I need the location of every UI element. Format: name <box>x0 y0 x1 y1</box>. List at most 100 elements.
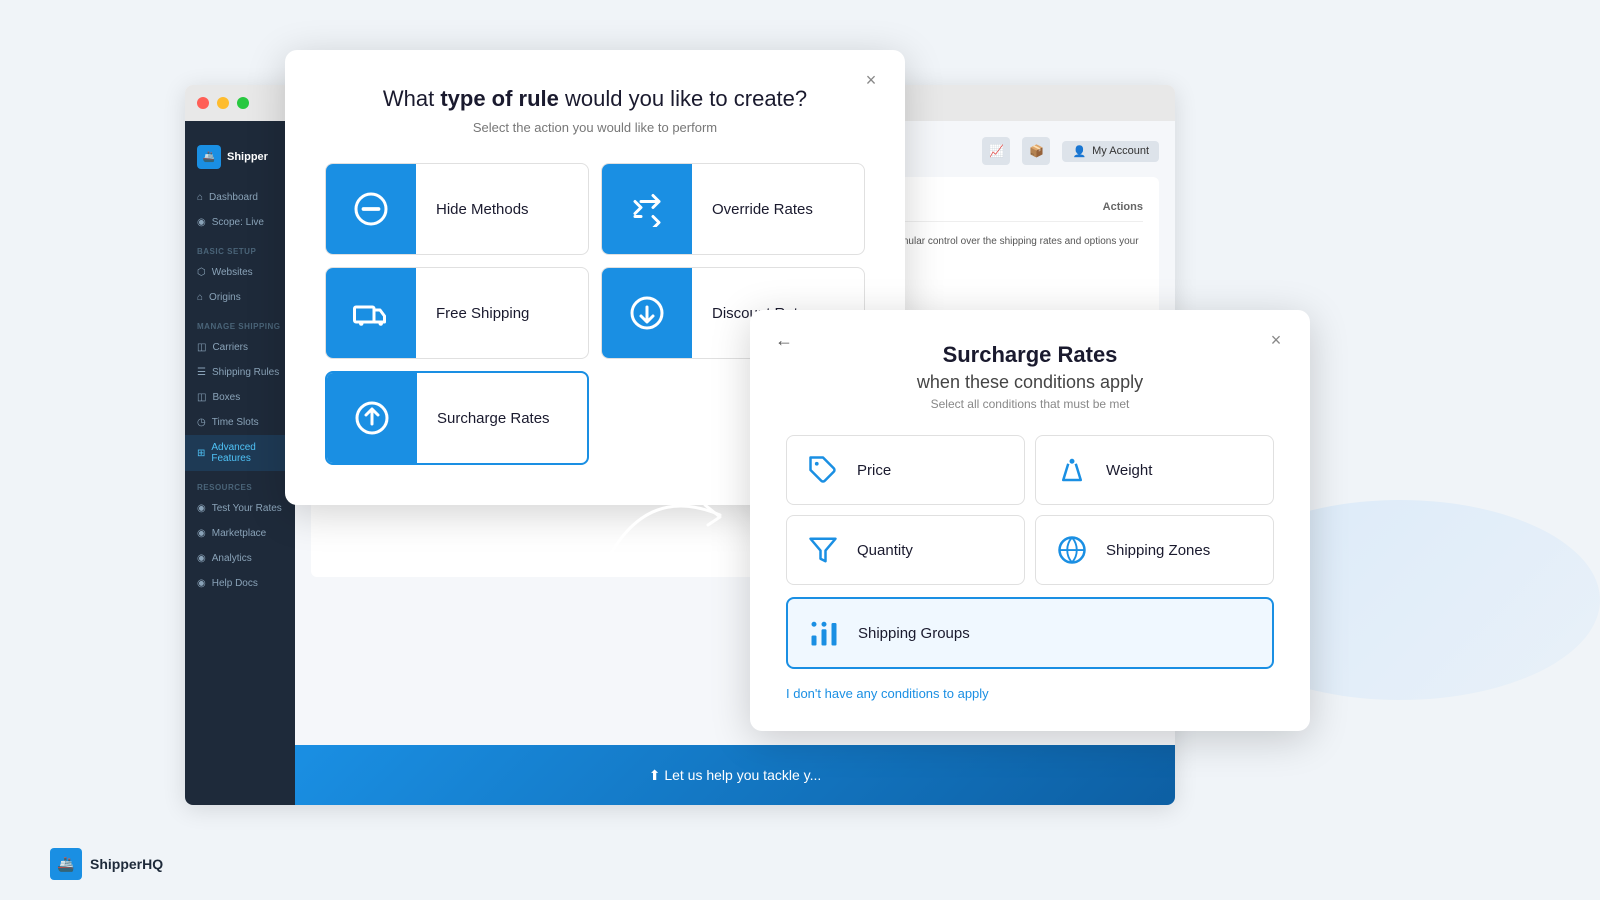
boxes-icon: ◫ <box>197 392 206 403</box>
sidebar-item-label: Help Docs <box>212 578 258 589</box>
condition-price[interactable]: Price <box>786 435 1025 505</box>
condition-shipping-zones[interactable]: Shipping Zones <box>1035 515 1274 585</box>
sidebar-item-time-slots[interactable]: ◷ Time Slots <box>185 410 295 435</box>
logo-icon: 🚢 <box>197 145 221 169</box>
sidebar-item-marketplace[interactable]: ◉ Marketplace <box>185 521 295 546</box>
sidebar: 🚢 Shipper ⌂ Dashboard ◉ Scope: Live BASI… <box>185 121 295 805</box>
sidebar-item-label: Websites <box>212 267 253 278</box>
advanced-icon: ⊞ <box>197 448 205 459</box>
bottom-logo: 🚢 ShipperHQ <box>50 848 163 880</box>
sidebar-item-scope[interactable]: ◉ Scope: Live <box>185 210 295 235</box>
sidebar-item-label: Boxes <box>212 392 240 403</box>
tag-icon <box>808 455 838 485</box>
surcharge-rates-label: Surcharge Rates <box>417 410 570 427</box>
sidebar-item-advanced-features[interactable]: ⊞ Advanced Features <box>185 435 295 471</box>
hide-methods-icon-bg <box>326 164 416 254</box>
scope-icon: ◉ <box>197 217 206 228</box>
shipping-rules-icon: ☰ <box>197 367 206 378</box>
rule-option-hide-methods[interactable]: Hide Methods <box>325 163 589 255</box>
sidebar-item-label: Carriers <box>212 342 248 353</box>
sidebar-logo-text: Shipper <box>227 151 268 163</box>
condition-grid: Price Weight Quantity <box>786 435 1274 585</box>
arrow-up-circle-icon <box>354 400 390 436</box>
sidebar-item-label: Test Your Rates <box>212 503 282 514</box>
sidebar-item-carriers[interactable]: ◫ Carriers <box>185 335 295 360</box>
sidebar-item-label: Dashboard <box>209 192 258 203</box>
modal-rule-type-title: What type of rule would you like to crea… <box>325 86 865 112</box>
sidebar-item-boxes[interactable]: ◫ Boxes <box>185 385 295 410</box>
shipping-zones-icon <box>1052 530 1092 570</box>
websites-icon: ⬡ <box>197 267 206 278</box>
weight-scale-icon <box>1057 455 1087 485</box>
browser-dot-green[interactable] <box>237 97 249 109</box>
analytics-icon: ◉ <box>197 553 206 564</box>
resources-label: RESOURCES <box>185 471 295 496</box>
account-label: My Account <box>1092 145 1149 157</box>
modal-surcharge-back-button[interactable]: ← <box>770 326 798 354</box>
basic-setup-label: BASIC SETUP <box>185 235 295 260</box>
modal-surcharge-close-button[interactable]: × <box>1262 326 1290 354</box>
modal-surcharge: ← × Surcharge Rates when these condition… <box>750 310 1310 731</box>
sidebar-item-dashboard[interactable]: ⌂ Dashboard <box>185 185 295 210</box>
arrow-down-circle-icon <box>629 295 665 331</box>
bottom-banner: ⬆ Let us help you tackle y... <box>295 745 1175 805</box>
no-conditions-link[interactable]: I don't have any conditions to apply <box>786 686 989 701</box>
free-shipping-icon-bg <box>326 268 416 358</box>
sidebar-item-help-docs[interactable]: ◉ Help Docs <box>185 571 295 596</box>
box-icon[interactable]: 📦 <box>1022 137 1050 165</box>
discount-rates-icon-bg <box>602 268 692 358</box>
sidebar-item-origins[interactable]: ⌂ Origins <box>185 285 295 310</box>
sidebar-item-label: Marketplace <box>212 528 266 539</box>
user-icon: 👤 <box>1072 145 1086 158</box>
sidebar-item-label: Advanced Features <box>211 442 283 464</box>
sidebar-item-analytics[interactable]: ◉ Analytics <box>185 546 295 571</box>
sidebar-item-shipping-rules[interactable]: ☰ Shipping Rules <box>185 360 295 385</box>
shuffle-icon <box>629 191 665 227</box>
surcharge-modal-title: Surcharge Rates <box>786 342 1274 368</box>
override-rates-icon-bg <box>602 164 692 254</box>
test-rates-icon: ◉ <box>197 503 206 514</box>
condition-shipping-groups[interactable]: Shipping Groups <box>786 597 1274 669</box>
shipping-groups-label: Shipping Groups <box>858 625 970 642</box>
origins-icon: ⌂ <box>197 292 203 303</box>
sidebar-item-label: Analytics <box>212 553 252 564</box>
weight-icon <box>1052 450 1092 490</box>
modal-rule-type-close-button[interactable]: × <box>857 66 885 94</box>
surcharge-modal-subtitle: when these conditions apply <box>786 372 1274 393</box>
carriers-icon: ◫ <box>197 342 206 353</box>
browser-dot-red[interactable] <box>197 97 209 109</box>
rule-option-free-shipping[interactable]: Free Shipping <box>325 267 589 359</box>
condition-weight[interactable]: Weight <box>1035 435 1274 505</box>
browser-dot-yellow[interactable] <box>217 97 229 109</box>
quantity-label: Quantity <box>857 542 913 559</box>
bottom-logo-text: ShipperHQ <box>90 856 163 872</box>
surcharge-modal-desc: Select all conditions that must be met <box>786 397 1274 411</box>
hide-methods-label: Hide Methods <box>416 201 549 218</box>
weight-label: Weight <box>1106 462 1152 479</box>
globe-icon <box>1057 535 1087 565</box>
filter-icon <box>808 535 838 565</box>
condition-quantity[interactable]: Quantity <box>786 515 1025 585</box>
sidebar-item-label: Time Slots <box>212 417 259 428</box>
account-button[interactable]: 👤 My Account <box>1062 141 1159 162</box>
sidebar-item-websites[interactable]: ⬡ Websites <box>185 260 295 285</box>
time-slots-icon: ◷ <box>197 417 206 428</box>
override-rates-label: Override Rates <box>692 201 833 218</box>
sidebar-item-test-rates[interactable]: ◉ Test Your Rates <box>185 496 295 521</box>
price-icon <box>803 450 843 490</box>
help-docs-icon: ◉ <box>197 578 206 589</box>
surcharge-rates-icon-bg <box>327 373 417 463</box>
marketplace-icon: ◉ <box>197 528 206 539</box>
banner-icon: ⬆ <box>649 767 661 784</box>
rule-option-override-rates[interactable]: Override Rates <box>601 163 865 255</box>
price-label: Price <box>857 462 891 479</box>
shipping-groups-icon <box>804 613 844 653</box>
chart-icon[interactable]: 📈 <box>982 137 1010 165</box>
rule-option-surcharge-rates[interactable]: Surcharge Rates <box>325 371 589 465</box>
modal-rule-type-subtitle: Select the action you would like to perf… <box>325 120 865 135</box>
dashboard-icon: ⌂ <box>197 192 203 203</box>
free-shipping-label: Free Shipping <box>416 305 549 322</box>
quantity-filter-icon <box>803 530 843 570</box>
sidebar-item-label: Origins <box>209 292 241 303</box>
groups-icon <box>809 618 839 648</box>
